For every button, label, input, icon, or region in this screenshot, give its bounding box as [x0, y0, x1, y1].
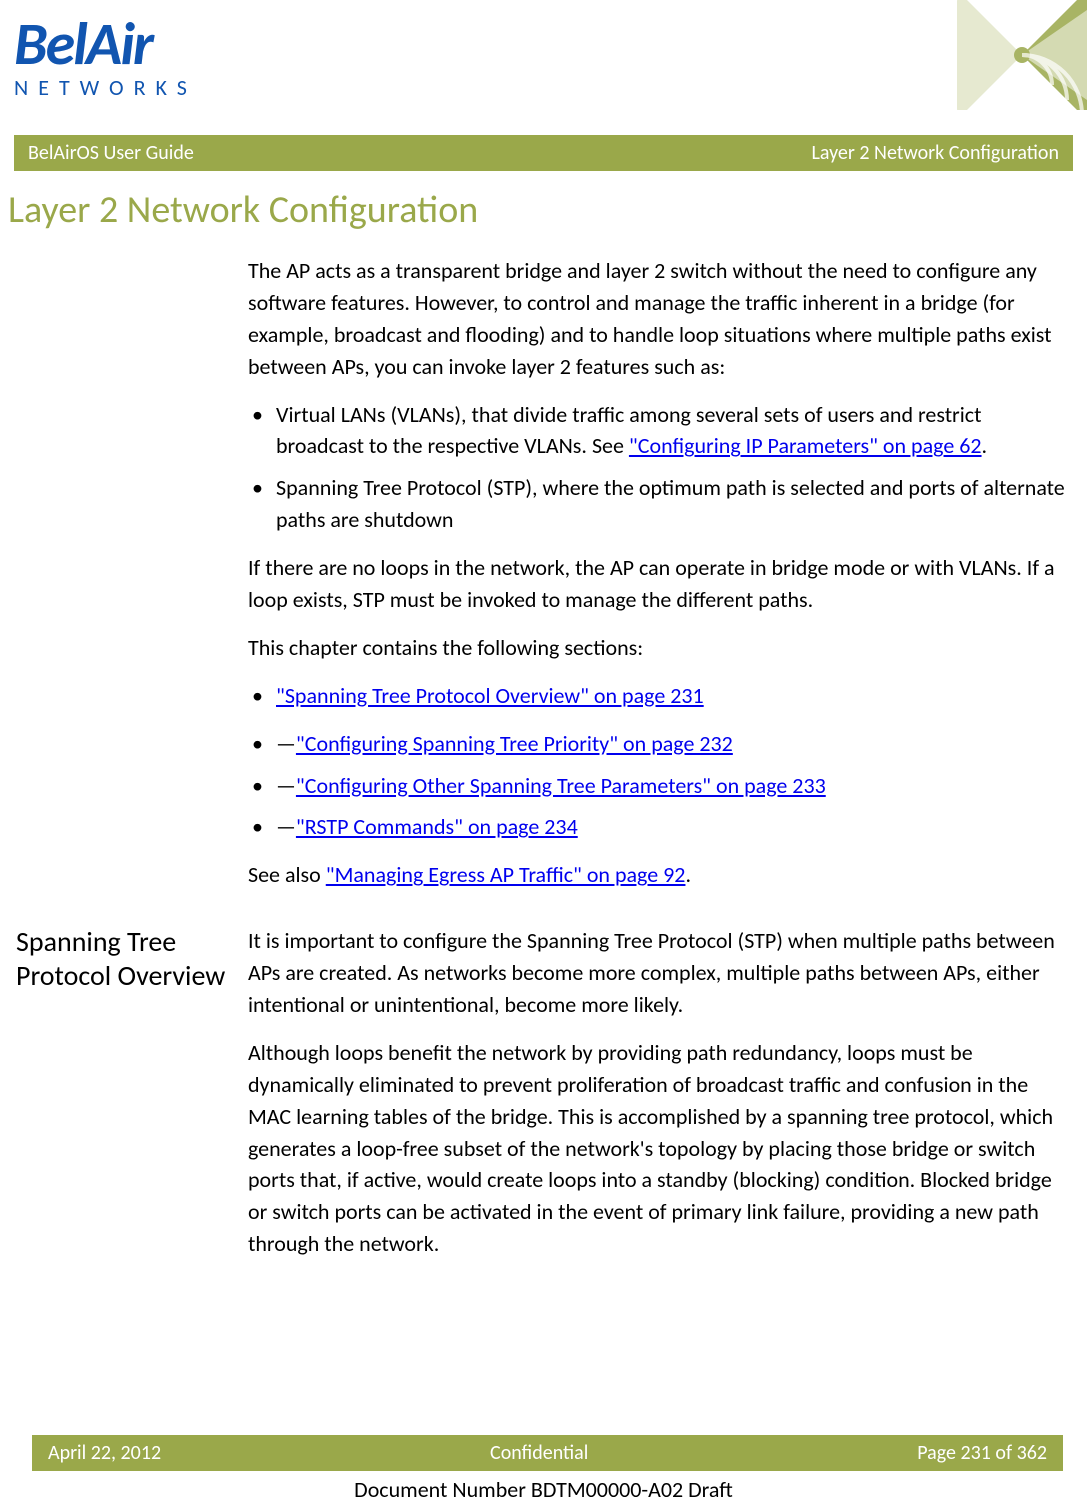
paragraph: This chapter contains the following sect…	[248, 632, 1071, 664]
chapter-name: Layer 2 Network Configuration	[812, 141, 1060, 165]
link-stp-params[interactable]: "Configuring Other Spanning Tree Paramet…	[296, 772, 826, 799]
see-also-text: .	[685, 861, 691, 888]
logo: BelAir NETWORKS	[14, 18, 1087, 101]
footer-bar: April 22, 2012 Confidential Page 231 of …	[32, 1435, 1063, 1471]
fan-icon	[957, 0, 1087, 110]
stp-overview-section: Spanning Tree Protocol Overview It is im…	[0, 907, 1087, 1276]
link-egress-traffic[interactable]: "Managing Egress AP Traffic" on page 92	[326, 861, 686, 888]
footer-confidential: Confidential	[490, 1441, 588, 1465]
see-also-text: See also	[248, 861, 326, 888]
link-rstp-commands[interactable]: "RSTP Commands" on page 234	[296, 813, 578, 840]
side-heading-empty	[16, 255, 248, 907]
page-title: Layer 2 Network Configuration	[0, 171, 1087, 255]
list-item: Spanning Tree Protocol (STP), where the …	[248, 472, 1071, 536]
intro-paragraph: The AP acts as a transparent bridge and …	[248, 255, 1071, 383]
guide-name: BelAirOS User Guide	[28, 141, 194, 165]
paragraph: It is important to configure the Spannin…	[248, 925, 1071, 1021]
list-item: Virtual LANs (VLANs), that divide traffi…	[248, 399, 1071, 463]
stp-overview-body: It is important to configure the Spannin…	[248, 925, 1071, 1276]
logo-subtitle: NETWORKS	[14, 74, 1087, 101]
paragraph: If there are no loops in the network, th…	[248, 552, 1071, 616]
header: BelAir NETWORKS	[0, 0, 1087, 135]
link-stp-overview[interactable]: "Spanning Tree Protocol Overview" on pag…	[276, 682, 704, 709]
paragraph: Although loops benefit the network by pr…	[248, 1037, 1071, 1260]
list-item: —"RSTP Commands" on page 234	[248, 811, 1071, 843]
bullet-text: .	[982, 432, 988, 459]
footer-page: Page 231 of 362	[917, 1441, 1047, 1465]
list-item: —"Configuring Spanning Tree Priority" on…	[248, 728, 1071, 760]
link-configuring-ip[interactable]: "Configuring IP Parameters" on page 62	[629, 432, 982, 459]
intro-section: The AP acts as a transparent bridge and …	[0, 255, 1087, 907]
link-stp-priority[interactable]: "Configuring Spanning Tree Priority" on …	[296, 730, 733, 757]
paragraph: See also "Managing Egress AP Traffic" on…	[248, 859, 1071, 891]
logo-name: BelAir	[14, 18, 1087, 72]
title-bar: BelAirOS User Guide Layer 2 Network Conf…	[14, 135, 1073, 171]
intro-body: The AP acts as a transparent bridge and …	[248, 255, 1071, 907]
footer-date: April 22, 2012	[48, 1441, 161, 1465]
list-item: —"Configuring Other Spanning Tree Parame…	[248, 770, 1071, 802]
document-number: Document Number BDTM00000-A02 Draft	[0, 1476, 1087, 1503]
section-heading: Spanning Tree Protocol Overview	[16, 925, 248, 1276]
list-item: "Spanning Tree Protocol Overview" on pag…	[248, 680, 1071, 712]
